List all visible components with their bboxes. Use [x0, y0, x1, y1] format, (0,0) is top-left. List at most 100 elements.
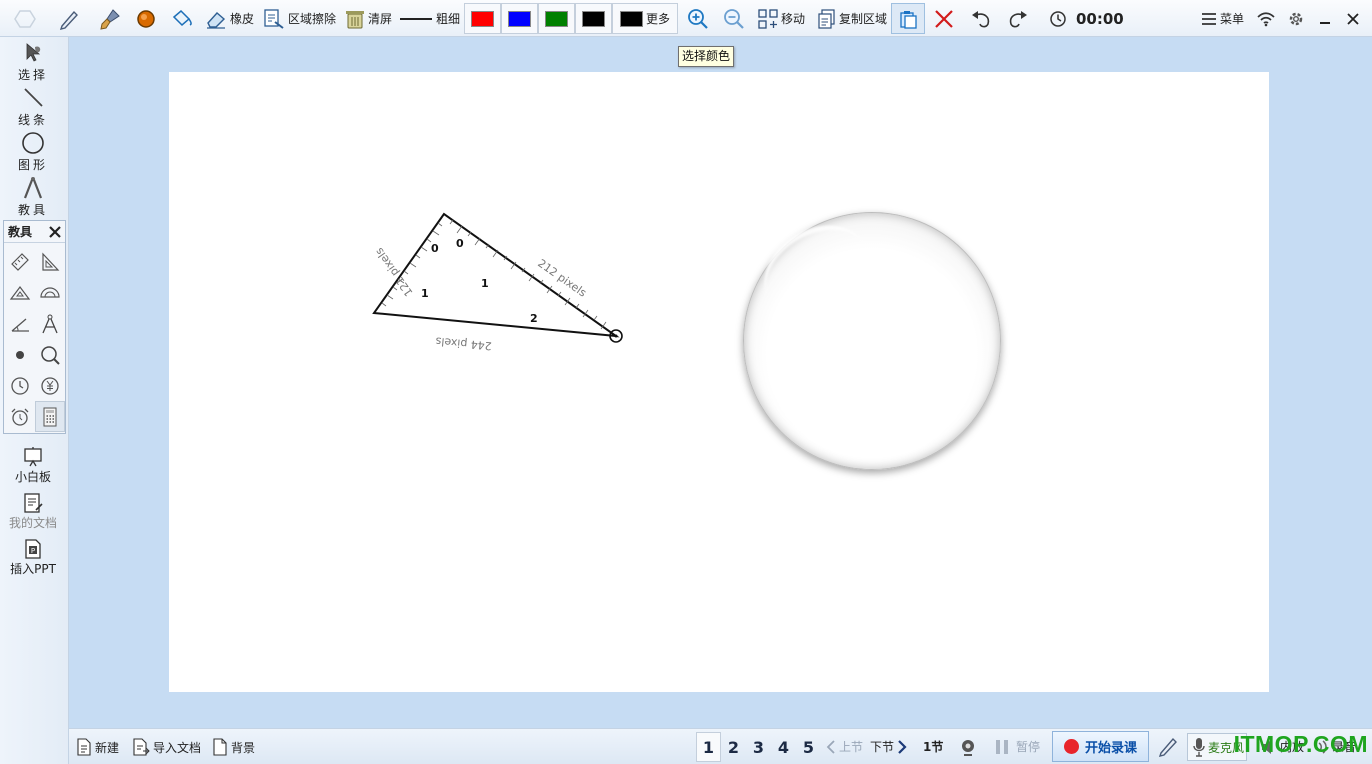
- hexagon-icon: [14, 9, 36, 28]
- microphone-icon: [1193, 738, 1205, 757]
- whiteboard-icon: [24, 447, 42, 467]
- import-document-button[interactable]: 导入文档: [132, 738, 201, 756]
- eraser-icon: [207, 11, 226, 29]
- page-1[interactable]: 1: [696, 732, 721, 762]
- brush-button[interactable]: [98, 4, 122, 33]
- start-recording-button[interactable]: 开始录课: [1052, 731, 1149, 762]
- alarm-tool[interactable]: [5, 401, 35, 432]
- section-indicator[interactable]: 1节: [923, 738, 943, 755]
- set-square-tool[interactable]: [35, 246, 65, 277]
- color-swatch-blue[interactable]: [501, 3, 538, 34]
- insert-ppt-button[interactable]: P 插入PPT: [4, 538, 62, 577]
- ruler-tool[interactable]: [5, 246, 35, 277]
- minimize-button[interactable]: [1318, 4, 1332, 33]
- watermark-text: ITMOP.COM: [1233, 731, 1368, 757]
- color-swatch-green[interactable]: [538, 3, 575, 34]
- close-window-button[interactable]: [1346, 4, 1360, 33]
- settings-button[interactable]: [1287, 4, 1305, 33]
- wifi-icon: [1257, 11, 1275, 26]
- next-section-button[interactable]: 下节: [870, 738, 907, 755]
- my-documents-button[interactable]: 我的文档: [4, 492, 62, 531]
- page-5[interactable]: 5: [796, 732, 821, 762]
- page-3[interactable]: 3: [746, 732, 771, 762]
- set-square-icon: [42, 251, 60, 271]
- color-swatch-red[interactable]: [464, 3, 501, 34]
- currency-tool[interactable]: [35, 370, 65, 401]
- whiteboard-label: 小白板: [14, 470, 51, 484]
- protractor-tool[interactable]: [35, 277, 65, 308]
- triangle-ruler-tool[interactable]: [5, 277, 35, 308]
- fill-button[interactable]: [170, 4, 194, 33]
- zoom-in-icon: [688, 8, 708, 29]
- pause-icon: [996, 739, 1008, 754]
- tick-label: 1: [481, 277, 489, 290]
- paste-icon: [900, 11, 917, 29]
- annotate-pen-button[interactable]: [1157, 735, 1179, 757]
- magnifier-lens[interactable]: [743, 212, 1001, 470]
- dot-tool[interactable]: [5, 339, 35, 370]
- undo-button[interactable]: [970, 4, 992, 33]
- tick-label: 1: [421, 287, 429, 300]
- insert-ppt-label: 插入PPT: [10, 562, 56, 576]
- network-button[interactable]: [1256, 4, 1276, 33]
- tick-label: 0: [456, 237, 464, 250]
- more-colors-label: 更多: [646, 12, 671, 26]
- new-page-button[interactable]: 新建: [76, 738, 119, 756]
- tool-line[interactable]: 线条: [4, 86, 62, 128]
- pen-button[interactable]: [58, 4, 80, 33]
- alarm-icon: [11, 408, 29, 426]
- import-icon: [133, 738, 150, 756]
- eraser-button[interactable]: 橡皮: [205, 4, 254, 33]
- calculator-tool[interactable]: [35, 401, 65, 432]
- close-x-icon: [935, 9, 953, 28]
- clock-tool[interactable]: [5, 370, 35, 401]
- area-erase-button[interactable]: 区域擦除: [263, 4, 336, 33]
- zoom-out-button[interactable]: [723, 4, 745, 33]
- camera-button[interactable]: [959, 738, 977, 756]
- color-dot-button[interactable]: [135, 4, 157, 33]
- pause-button[interactable]: 暂停: [995, 738, 1040, 755]
- background-button[interactable]: 背景: [212, 738, 255, 756]
- teaching-aids-title: 教具: [8, 225, 33, 239]
- magnifier-tool[interactable]: [35, 339, 65, 370]
- tool-shape[interactable]: 图形: [4, 131, 62, 173]
- whiteboard-button[interactable]: 小白板: [4, 446, 62, 485]
- protractor-icon: [40, 286, 60, 298]
- page-4[interactable]: 4: [771, 732, 796, 762]
- redo-button[interactable]: [1007, 4, 1029, 33]
- tool-teaching-aids[interactable]: 教具: [4, 176, 62, 218]
- timer[interactable]: 00:00: [1049, 4, 1124, 33]
- clock-icon: [11, 376, 29, 395]
- angle-tool[interactable]: [5, 308, 35, 339]
- more-colors-button[interactable]: 更多: [612, 3, 678, 34]
- record-dot-icon: [1063, 739, 1079, 754]
- zoom-in-button[interactable]: [687, 4, 709, 33]
- tick-label: 0: [431, 242, 439, 255]
- page-2[interactable]: 2: [721, 732, 746, 762]
- paste-button[interactable]: [891, 3, 925, 34]
- whiteboard-canvas[interactable]: 0 1 0 1 2 121 pixels 212 pixels 244 pixe…: [169, 72, 1269, 692]
- next-section-label: 下节: [870, 740, 895, 754]
- dot-icon: [16, 350, 24, 359]
- tooltip: 选择颜色: [678, 46, 735, 67]
- triangle-outline: [372, 212, 620, 338]
- chevron-left-icon: [826, 739, 835, 754]
- hexagon-shape-button[interactable]: [14, 4, 36, 33]
- close-icon[interactable]: [49, 225, 61, 238]
- clock-icon: [1050, 10, 1066, 27]
- color-swatch-black[interactable]: [575, 3, 612, 34]
- clear-screen-button[interactable]: 清屏: [345, 4, 392, 33]
- tool-select[interactable]: 选择: [4, 41, 62, 83]
- gear-icon: [1289, 12, 1303, 25]
- move-button[interactable]: 移动: [758, 4, 805, 33]
- menu-label: 菜单: [1220, 12, 1245, 26]
- delete-button[interactable]: [933, 4, 955, 33]
- triangle-measure-drawing[interactable]: 0 1 0 1 2 121 pixels 212 pixels 244 pixe…: [349, 202, 649, 372]
- copy-area-button[interactable]: 复制区域: [818, 4, 887, 33]
- prev-section-button[interactable]: 上节: [826, 738, 863, 755]
- side-c-length: 244 pixels: [435, 335, 492, 353]
- menu-button[interactable]: 菜单: [1201, 4, 1244, 33]
- side-b-length: 212 pixels: [535, 257, 589, 300]
- compass-tool[interactable]: [35, 308, 65, 339]
- thickness-button[interactable]: 粗细: [399, 4, 460, 33]
